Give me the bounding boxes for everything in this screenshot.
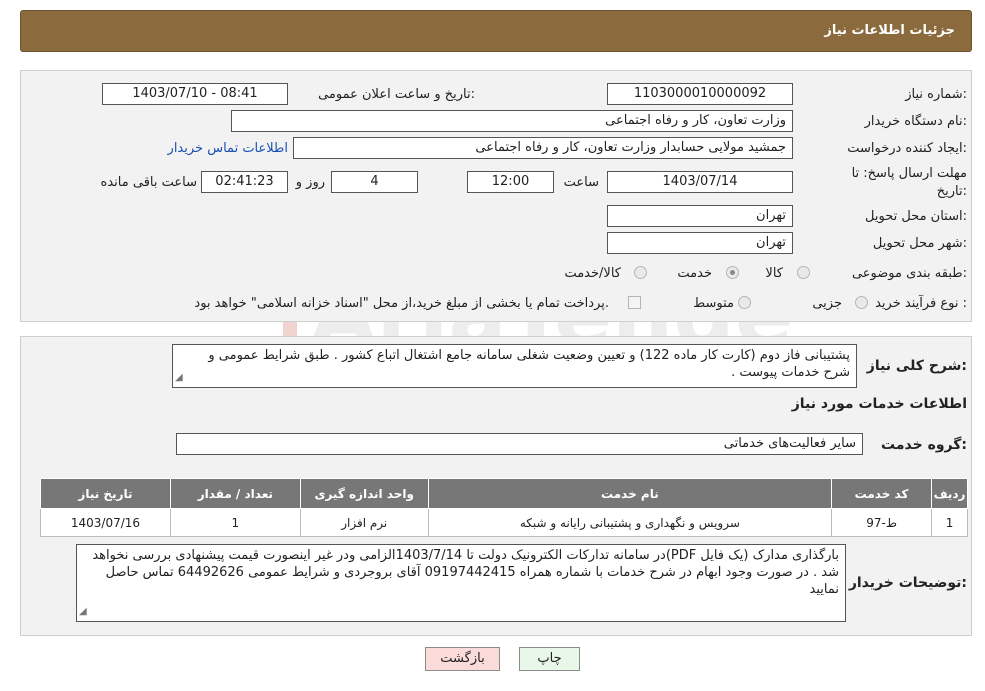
remaining-time-label: ساعت باقی مانده: [100, 175, 197, 190]
col-header-unit: واحد اندازه گیری: [299, 478, 429, 509]
services-heading: اطلاعات خدمات مورد نیاز: [791, 396, 967, 412]
cell-service-code: ط-97: [831, 508, 933, 537]
category-radio-goods-service[interactable]: [634, 266, 647, 279]
creator-label: ایجاد کننده درخواست:: [847, 141, 967, 156]
cell-service-name: سرویس و نگهداری و پشتیبانی رایانه و شبکه: [427, 508, 833, 537]
resize-grip-icon[interactable]: ◢: [175, 369, 183, 386]
col-header-need-date: تاریخ نیاز: [40, 478, 171, 509]
purchase-option-medium: متوسط: [693, 296, 734, 311]
cell-unit: نرم افزار: [299, 508, 429, 537]
category-option-goods: کالا: [765, 266, 783, 281]
announce-datetime-label: تاریخ و ساعت اعلان عمومی:: [318, 87, 475, 102]
treasury-payment-checkbox[interactable]: [628, 296, 641, 309]
deadline-label: مهلت ارسال پاسخ: تا: [851, 166, 967, 181]
page-title: جزئیات اطلاعات نیاز: [824, 23, 955, 38]
service-group-field: سایر فعالیت‌های خدماتی: [176, 433, 863, 455]
purchase-option-minor: جزیی: [812, 296, 842, 311]
summary-label: شرح کلی نیاز:: [866, 358, 967, 374]
category-radio-goods[interactable]: [797, 266, 810, 279]
city-field: تهران: [607, 232, 793, 254]
resize-grip-icon[interactable]: ◢: [79, 603, 87, 620]
purchase-radio-minor[interactable]: [855, 296, 868, 309]
need-number-label: شماره نیاز:: [905, 87, 967, 102]
cell-row-number: 1: [931, 508, 968, 537]
need-number-field: 1103000010000092: [607, 83, 793, 105]
days-label: روز و: [295, 175, 325, 190]
table-row: 1 ط-97 سرویس و نگهداری و پشتیبانی رایانه…: [40, 508, 968, 537]
deadline-time-field: 12:00: [467, 171, 554, 193]
city-label: شهر محل تحویل:: [872, 236, 967, 251]
col-header-code: کد خدمت: [831, 478, 933, 509]
creator-field: جمشید مولایی حسابدار وزارت تعاون، کار و …: [293, 137, 793, 159]
buyer-org-field: وزارت تعاون، کار و رفاه اجتماعی: [231, 110, 793, 132]
buyer-org-label: نام دستگاه خریدار:: [864, 114, 967, 129]
buyer-notes-label: توضیحات خریدار:: [848, 575, 967, 591]
province-field: تهران: [607, 205, 793, 227]
services-table: ردیف کد خدمت نام خدمت واحد اندازه گیری ت…: [40, 478, 968, 537]
category-radio-service[interactable]: [726, 266, 739, 279]
deadline-time-label: ساعت: [563, 175, 599, 190]
deadline-date-field: 1403/07/14: [607, 171, 793, 193]
announce-datetime-field: 1403/07/10 - 08:41: [102, 83, 288, 105]
summary-text: پشتیبانی فاز دوم (کارت کار ماده 122) و ت…: [208, 348, 850, 380]
days-remaining-field: 4: [331, 171, 418, 193]
deadline-label-date: تاریخ:: [936, 184, 967, 199]
col-header-quantity: تعداد / مقدار: [169, 478, 301, 509]
cell-need-date: 1403/07/16: [40, 508, 171, 537]
buyer-notes-text: بارگذاری مدارک (یک فایل PDF)در سامانه تد…: [92, 548, 839, 597]
buyer-notes-textarea[interactable]: بارگذاری مدارک (یک فایل PDF)در سامانه تد…: [76, 544, 846, 622]
back-button[interactable]: بازگشت: [425, 647, 500, 671]
summary-textarea[interactable]: پشتیبانی فاز دوم (کارت کار ماده 122) و ت…: [172, 344, 857, 388]
category-option-goods-service: کالا/خدمت: [564, 266, 621, 281]
treasury-payment-note: پرداخت تمام یا بخشی از مبلغ خرید،از محل …: [194, 296, 609, 311]
page-header: جزئیات اطلاعات نیاز: [20, 10, 972, 52]
service-group-label: گروه خدمت:: [881, 437, 967, 453]
purchase-type-label: نوع فرآیند خرید :: [875, 296, 967, 311]
print-button[interactable]: چاپ: [519, 647, 580, 671]
cell-quantity: 1: [169, 508, 301, 537]
col-header-name: نام خدمت: [427, 478, 833, 509]
category-label: طبقه بندی موضوعی:: [851, 266, 967, 281]
province-label: استان محل تحویل:: [865, 209, 967, 224]
remaining-time-field: 02:41:23: [201, 171, 288, 193]
buyer-contact-link[interactable]: اطلاعات تماس خریدار: [168, 141, 288, 156]
category-option-service: خدمت: [677, 266, 712, 281]
need-info-panel: [20, 70, 972, 322]
col-header-row: ردیف: [931, 478, 968, 509]
purchase-radio-medium[interactable]: [738, 296, 751, 309]
